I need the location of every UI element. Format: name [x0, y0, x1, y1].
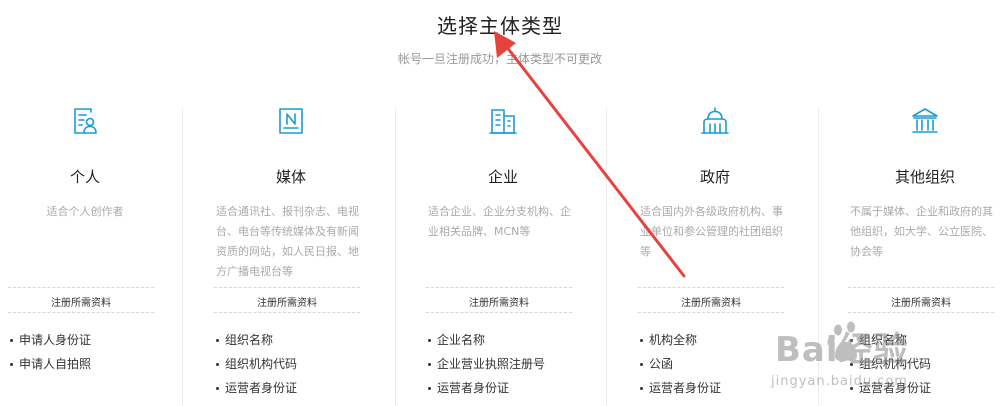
bullet-icon — [640, 363, 643, 366]
section-divider — [8, 287, 154, 288]
card-description: 适合企业、企业分支机构、企业相关品牌、MCN等 — [428, 205, 571, 238]
section-divider — [214, 287, 360, 288]
requirement-item: 企业营业执照注册号 — [428, 352, 545, 376]
requirement-item: 企业名称 — [428, 328, 545, 352]
requirements-label: 注册所需资料 — [681, 298, 741, 309]
card-individual[interactable]: 个人 适合个人创作者 注册所需资料 申请人身份证 申请人自拍照 — [0, 100, 170, 406]
bullet-icon — [850, 363, 853, 366]
bullet-icon — [216, 363, 219, 366]
requirement-item: 运营者身份证 — [216, 376, 297, 400]
card-government[interactable]: 政府 适合国内外各级政府机构、事业单位和参公管理的社团组织等 注册所需资料 机构… — [630, 100, 800, 406]
requirement-item: 机构全称 — [640, 328, 721, 352]
requirements-list: 机构全称 公函 运营者身份证 — [640, 328, 721, 400]
card-title: 媒体 — [275, 168, 306, 186]
section-divider — [848, 312, 994, 313]
subject-type-page: 选择主体类型 帐号一旦注册成功，主体类型不可更改 个人 适合个人创作者 注册所需… — [0, 0, 1000, 406]
person-document-icon — [69, 105, 101, 137]
column-divider — [606, 108, 607, 406]
card-title: 个人 — [69, 168, 100, 186]
page-subtitle: 帐号一旦注册成功，主体类型不可更改 — [397, 52, 602, 66]
card-media[interactable]: 媒体 适合通讯社、报刊杂志、电视台、电台等传统媒体及有新闻资质的网站，如人民日报… — [206, 100, 376, 406]
requirements-label: 注册所需资料 — [257, 298, 317, 309]
column-divider — [818, 108, 819, 406]
bullet-icon — [850, 339, 853, 342]
capitol-icon — [699, 105, 731, 137]
requirement-item: 组织机构代码 — [216, 352, 297, 376]
subject-type-cards: 个人 适合个人创作者 注册所需资料 申请人身份证 申请人自拍照 媒体 适合通讯社… — [0, 100, 1000, 406]
bullet-icon — [10, 339, 13, 342]
section-divider — [426, 287, 572, 288]
card-title: 其他组织 — [894, 168, 955, 186]
requirement-item: 组织名称 — [850, 328, 931, 352]
bullet-icon — [428, 339, 431, 342]
requirements-list: 组织名称 组织机构代码 运营者身份证 — [850, 328, 931, 400]
column-divider — [395, 108, 396, 406]
card-title: 企业 — [487, 168, 518, 186]
requirement-item: 运营者身份证 — [850, 376, 931, 400]
card-other-organization[interactable]: 其他组织 不属于媒体、企业和政府的其他组织，如大学、公立医院、协会等 注册所需资… — [840, 100, 1000, 406]
institution-icon — [909, 105, 941, 137]
section-divider — [848, 287, 994, 288]
requirement-item: 运营者身份证 — [640, 376, 721, 400]
bullet-icon — [216, 339, 219, 342]
requirement-item: 组织机构代码 — [850, 352, 931, 376]
bullet-icon — [428, 363, 431, 366]
requirements-list: 组织名称 组织机构代码 运营者身份证 — [216, 328, 297, 400]
bullet-icon — [10, 363, 13, 366]
section-divider — [214, 312, 360, 313]
requirement-item: 组织名称 — [216, 328, 297, 352]
building-icon — [487, 105, 519, 137]
newspaper-icon — [275, 105, 307, 137]
card-title: 政府 — [699, 168, 730, 186]
bullet-icon — [850, 387, 853, 390]
requirement-item: 运营者身份证 — [428, 376, 545, 400]
requirements-label: 注册所需资料 — [891, 298, 951, 309]
card-description: 不属于媒体、企业和政府的其他组织，如大学、公立医院、协会等 — [850, 205, 993, 258]
requirement-item: 申请人身份证 — [10, 328, 91, 352]
column-divider — [182, 108, 183, 406]
card-enterprise[interactable]: 企业 适合企业、企业分支机构、企业相关品牌、MCN等 注册所需资料 企业名称 企… — [418, 100, 588, 406]
card-description: 适合通讯社、报刊杂志、电视台、电台等传统媒体及有新闻资质的网站，如人民日报、地方… — [216, 205, 359, 278]
requirements-label: 注册所需资料 — [469, 298, 529, 309]
section-divider — [638, 312, 784, 313]
requirement-item: 申请人自拍照 — [10, 352, 91, 376]
requirements-list: 申请人身份证 申请人自拍照 — [10, 328, 91, 376]
card-description: 适合国内外各级政府机构、事业单位和参公管理的社团组织等 — [640, 205, 783, 258]
requirements-list: 企业名称 企业营业执照注册号 运营者身份证 — [428, 328, 545, 400]
section-divider — [638, 287, 784, 288]
bullet-icon — [640, 339, 643, 342]
bullet-icon — [428, 387, 431, 390]
bullet-icon — [640, 387, 643, 390]
requirement-item: 公函 — [640, 352, 721, 376]
section-divider — [8, 312, 154, 313]
bullet-icon — [216, 387, 219, 390]
card-description: 适合个人创作者 — [46, 205, 124, 218]
section-divider — [426, 312, 572, 313]
page-title: 选择主体类型 — [437, 14, 563, 38]
requirements-label: 注册所需资料 — [51, 298, 111, 309]
